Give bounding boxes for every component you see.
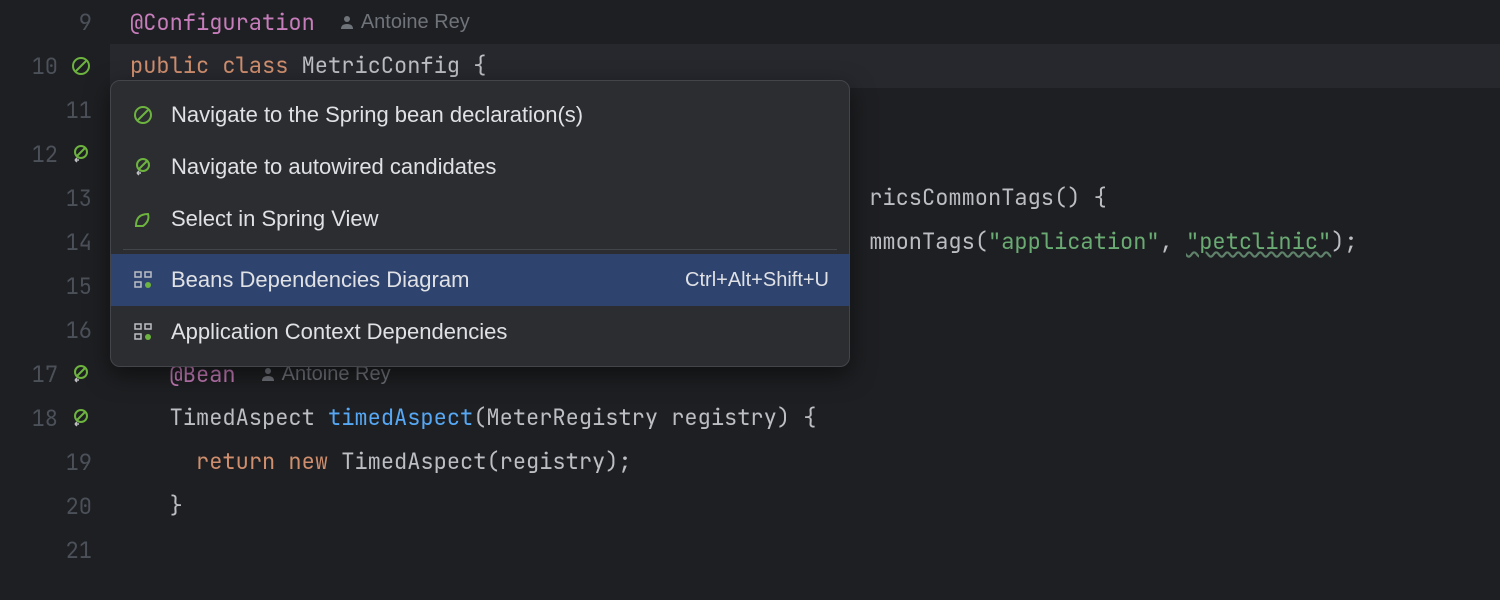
menu-item-label: Select in Spring View [171,206,829,232]
line-number: 11 [52,96,92,125]
menu-item-label: Navigate to autowired candidates [171,154,829,180]
diagram-icon [131,320,155,344]
spring-bean-nav-icon[interactable] [70,363,92,385]
spring-bean-nav-icon[interactable] [70,143,92,165]
code-line[interactable]: } [110,484,1500,528]
line-number: 21 [52,536,92,565]
menu-item-shortcut: Ctrl+Alt+Shift+U [685,269,829,292]
code-line[interactable]: @Configuration Antoine Rey [110,0,1500,44]
line-number: 18 [18,404,58,433]
line-number: 15 [52,272,92,301]
author-name: Antoine Rey [361,0,470,44]
line-number: 9 [52,8,92,37]
line-number: 17 [18,360,58,389]
menu-item-label: Application Context Dependencies [171,319,829,345]
annotation: @Configuration [130,8,315,37]
gutter: 9 10 11 12 13 14 15 16 17 [0,0,110,600]
line-number: 13 [52,184,92,213]
code-line[interactable] [110,528,1500,572]
line-number: 20 [52,492,92,521]
gutter-popup-menu: Navigate to the Spring bean declaration(… [110,80,850,367]
menu-item-select-spring-view[interactable]: Select in Spring View [111,193,849,245]
menu-item-navigate-autowired[interactable]: Navigate to autowired candidates [111,141,849,193]
spring-bean-icon [131,103,155,127]
spring-bean-out-icon[interactable] [70,407,92,429]
code-line[interactable]: return new TimedAspect(registry); [110,440,1500,484]
menu-separator [123,249,837,250]
author-badge[interactable]: Antoine Rey [339,0,470,44]
spring-bean-nav-icon [131,155,155,179]
spring-bean-icon[interactable] [70,55,92,77]
diagram-icon [131,268,155,292]
code-line[interactable]: TimedAspect timedAspect(MeterRegistry re… [110,396,1500,440]
spring-leaf-icon [131,207,155,231]
line-number: 10 [18,52,58,81]
menu-item-navigate-bean-decl[interactable]: Navigate to the Spring bean declaration(… [111,89,849,141]
menu-item-context-dependencies[interactable]: Application Context Dependencies [111,306,849,358]
menu-item-label: Navigate to the Spring bean declaration(… [171,102,829,128]
line-number: 16 [52,316,92,345]
menu-item-beans-diagram[interactable]: Beans Dependencies Diagram Ctrl+Alt+Shif… [111,254,849,306]
menu-item-label: Beans Dependencies Diagram [171,267,669,293]
line-number: 19 [52,448,92,477]
line-number: 14 [52,228,92,257]
line-number: 12 [18,140,58,169]
